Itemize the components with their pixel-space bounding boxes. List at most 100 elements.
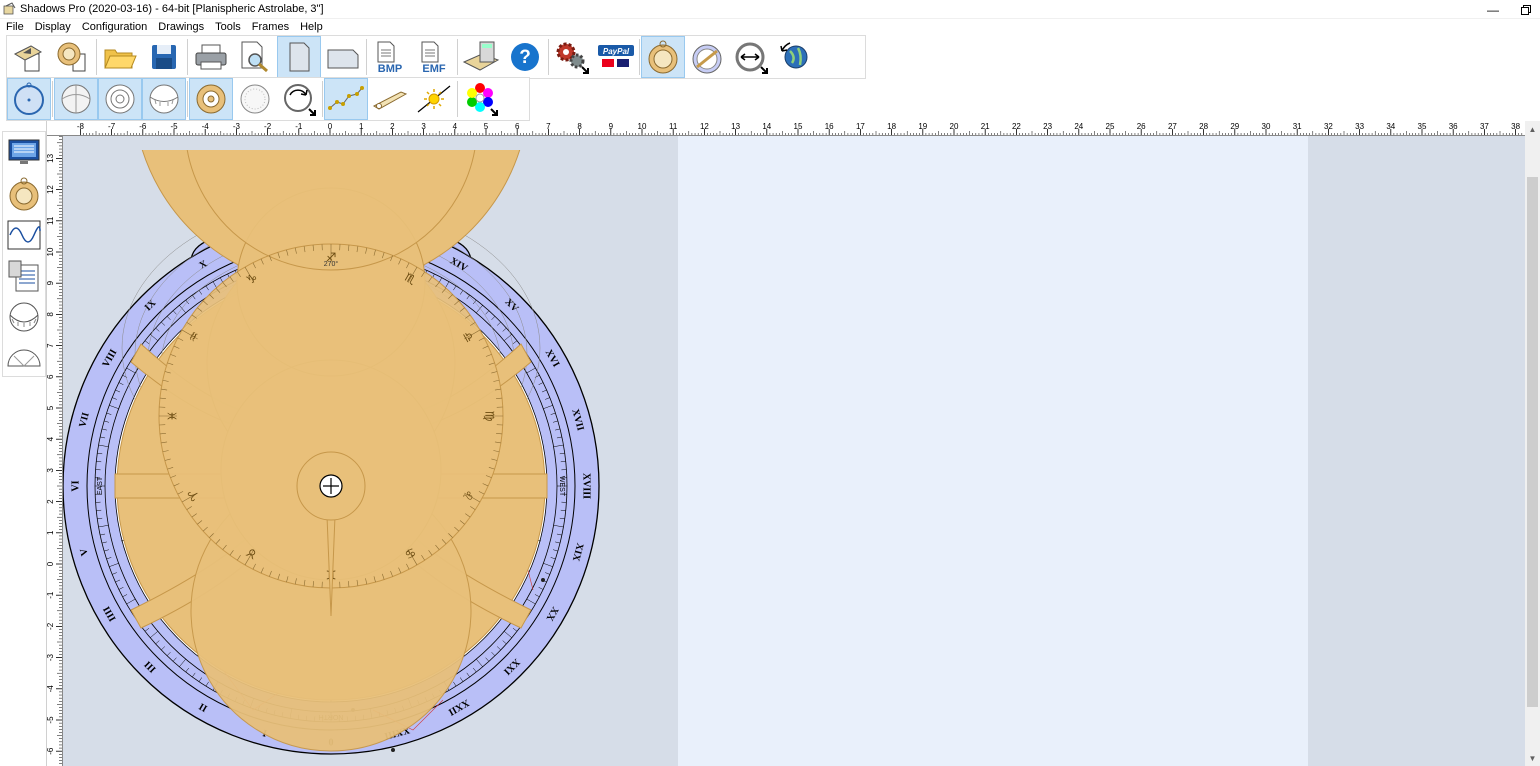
vertical-scrollbar[interactable]: ▲ ▼ bbox=[1525, 121, 1540, 766]
quadrant-tool[interactable] bbox=[3, 296, 45, 337]
dial-button[interactable] bbox=[233, 78, 277, 120]
ruler-label: 2 bbox=[390, 122, 395, 131]
toolbar-separator bbox=[187, 39, 188, 75]
toolbar-separator bbox=[548, 39, 549, 75]
rete-rings-button[interactable] bbox=[98, 78, 142, 120]
ruler-label: -1 bbox=[295, 122, 303, 131]
restore-icon[interactable] bbox=[1512, 0, 1540, 19]
horizon-icon bbox=[149, 84, 179, 114]
scroll-thumb[interactable] bbox=[1527, 177, 1538, 707]
toolbar-separator bbox=[322, 81, 323, 117]
ruler-label: -6 bbox=[139, 122, 147, 131]
scroll-down-arrow-icon[interactable]: ▼ bbox=[1525, 750, 1540, 766]
menu-drawings[interactable]: Drawings bbox=[152, 20, 209, 34]
ruler-label: 22 bbox=[1012, 122, 1021, 131]
menu-tools[interactable]: Tools bbox=[209, 20, 246, 34]
curve-tool[interactable] bbox=[3, 214, 45, 255]
sundial-doc-icon bbox=[13, 45, 43, 72]
cardinal-label: WEST bbox=[558, 476, 565, 497]
constellations-button[interactable] bbox=[324, 78, 368, 120]
astrolabe-small-icon bbox=[9, 177, 39, 210]
left-toolbar bbox=[2, 131, 46, 377]
save-button[interactable] bbox=[142, 36, 186, 78]
rings-icon bbox=[105, 84, 135, 114]
printer-icon bbox=[195, 44, 227, 70]
astrolabe-tool[interactable] bbox=[3, 173, 45, 214]
title-bar: Shadows Pro (2020-03-16) - 64-bit [Plani… bbox=[0, 0, 1540, 19]
mater-button[interactable] bbox=[7, 78, 51, 120]
colors-button[interactable] bbox=[459, 78, 503, 120]
paypal-label: PayPal bbox=[603, 47, 630, 56]
rule-button[interactable] bbox=[368, 78, 412, 120]
rotate-icon bbox=[284, 84, 316, 116]
ruler-label: 10 bbox=[47, 247, 55, 256]
ruler-label: -5 bbox=[170, 122, 178, 131]
calculator-sheet-icon bbox=[8, 260, 39, 291]
half-dial-tool[interactable] bbox=[3, 337, 45, 378]
sun-line-button[interactable] bbox=[412, 78, 456, 120]
zodiac-sign: ♓ bbox=[166, 411, 180, 422]
calculator-button[interactable] bbox=[459, 36, 503, 78]
ruler-label: 12 bbox=[47, 185, 55, 194]
calc-tool[interactable] bbox=[3, 255, 45, 296]
ruler-label: 18 bbox=[887, 122, 896, 131]
menu-frames[interactable]: Frames bbox=[246, 20, 294, 34]
ruler-label: 5 bbox=[484, 122, 489, 131]
rete-button[interactable] bbox=[189, 78, 233, 120]
scroll-up-arrow-icon[interactable]: ▲ bbox=[1525, 121, 1540, 137]
magnifier-page-icon bbox=[241, 41, 268, 73]
horizon-button[interactable] bbox=[142, 78, 186, 120]
export-bmp-button[interactable]: BMP bbox=[368, 36, 412, 78]
ruler-label: 37 bbox=[1480, 122, 1489, 131]
astrolabe-back-button[interactable] bbox=[685, 36, 729, 78]
menu-help[interactable]: Help bbox=[294, 20, 328, 34]
ruler-label: -2 bbox=[264, 122, 272, 131]
ruler-label: 16 bbox=[825, 122, 834, 131]
settings-button[interactable] bbox=[550, 36, 594, 78]
star-marker bbox=[541, 578, 545, 582]
astrolabe-front-button[interactable] bbox=[641, 36, 685, 78]
menu-configuration[interactable]: Configuration bbox=[76, 20, 152, 34]
ruler-label: 29 bbox=[1230, 122, 1239, 131]
drawing-canvas[interactable]: www.shadowspro.comXIIXIIIXIVXVXVIXVIIXVI… bbox=[63, 136, 1525, 766]
landscape-button[interactable] bbox=[321, 36, 365, 78]
menu-display[interactable]: Display bbox=[29, 20, 76, 34]
vertical-ruler: 14131211109876543210-1-2-3-4-5-6 bbox=[47, 136, 63, 766]
toolbar-separator bbox=[639, 39, 640, 75]
ruler-label: 31 bbox=[1293, 122, 1302, 131]
paypal-button[interactable]: PayPal bbox=[594, 36, 638, 78]
ruler-label: 13 bbox=[731, 122, 740, 131]
resize-button[interactable] bbox=[729, 36, 773, 78]
new-sundial-button[interactable] bbox=[7, 36, 51, 78]
menu-file[interactable]: File bbox=[0, 20, 29, 34]
color-palette-icon bbox=[467, 83, 498, 116]
ruler-label: -1 bbox=[47, 591, 55, 599]
print-button[interactable] bbox=[189, 36, 233, 78]
plate-button[interactable] bbox=[54, 78, 98, 120]
rotate-button[interactable] bbox=[277, 78, 321, 120]
portrait-page-icon bbox=[289, 42, 310, 72]
open-button[interactable] bbox=[98, 36, 142, 78]
ruler-label: -3 bbox=[233, 122, 241, 131]
ruler-label: 38 bbox=[1511, 122, 1520, 131]
main-toolbar: BMP EMF ? PayPal bbox=[6, 35, 866, 79]
ruler-label: 25 bbox=[1106, 122, 1115, 131]
export-emf-button[interactable]: EMF bbox=[412, 36, 456, 78]
ruler-label: 6 bbox=[47, 374, 55, 379]
toolbar-separator bbox=[457, 81, 458, 117]
display-tool[interactable] bbox=[3, 132, 45, 173]
portrait-button[interactable] bbox=[277, 36, 321, 78]
emf-file-icon: EMF bbox=[421, 41, 446, 74]
help-button[interactable]: ? bbox=[503, 36, 547, 78]
astrolabe-front-icon bbox=[648, 40, 678, 74]
print-preview-button[interactable] bbox=[233, 36, 277, 78]
astrolabe-drawing[interactable]: www.shadowspro.comXIIXIIIXIVXVXVIXVIIXVI… bbox=[63, 150, 623, 760]
globe-button[interactable] bbox=[773, 36, 817, 78]
bmp-label: BMP bbox=[378, 63, 402, 74]
left-panel bbox=[0, 121, 47, 766]
minimize-icon[interactable]: — bbox=[1478, 0, 1508, 19]
ruler-label: 28 bbox=[1199, 122, 1208, 131]
new-astrolabe-button[interactable] bbox=[51, 36, 95, 78]
plate-icon bbox=[61, 84, 91, 114]
ruler-label: 15 bbox=[794, 122, 803, 131]
